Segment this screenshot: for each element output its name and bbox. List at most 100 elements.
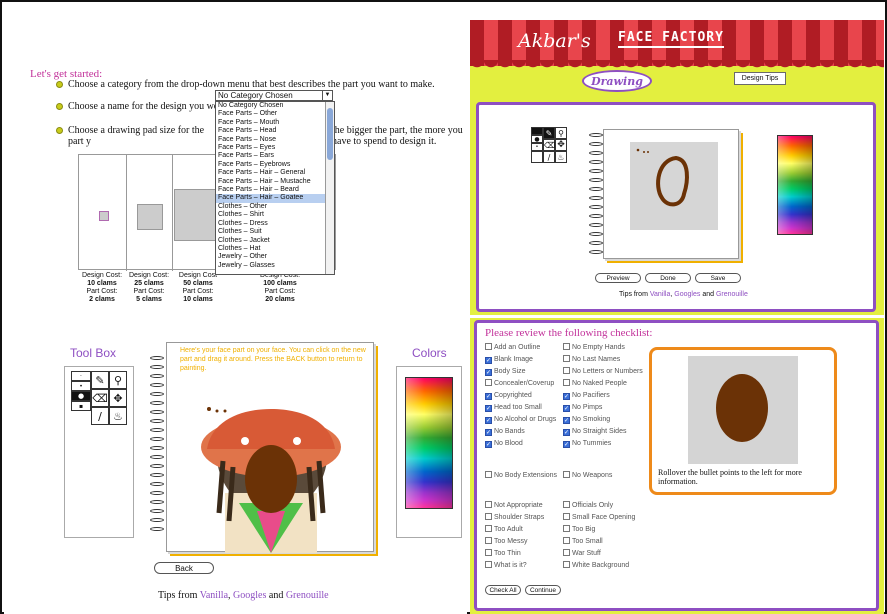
checkbox-icon[interactable]	[485, 513, 492, 520]
scrollbar-thumb[interactable]	[327, 108, 333, 160]
preview-button[interactable]: Preview	[595, 273, 641, 283]
checkbox-checked-icon[interactable]: ✓	[485, 429, 492, 436]
checkbox-checked-icon[interactable]: ✓	[563, 441, 570, 448]
chevron-down-icon[interactable]: ▼	[322, 91, 332, 100]
tips-link[interactable]: Vanilla	[650, 291, 671, 298]
brush-size-icon[interactable]	[531, 151, 543, 163]
checkbox-checked-icon[interactable]: ✓	[563, 405, 570, 412]
checklist-item[interactable]: Officials Only	[563, 501, 613, 510]
checklist-item[interactable]: ✓ No Pacifiers	[563, 391, 610, 400]
check-all-button[interactable]: Check All	[485, 585, 521, 595]
checkbox-checked-icon[interactable]: ✓	[485, 405, 492, 412]
checklist-item[interactable]: ✓ Body Size	[485, 367, 526, 376]
move-icon[interactable]: ✥	[109, 389, 127, 407]
category-option[interactable]: Face Parts – Eyes	[216, 144, 326, 152]
tips-link[interactable]: Grenouille	[286, 590, 329, 601]
checkbox-icon[interactable]	[563, 501, 570, 508]
checkbox-checked-icon[interactable]: ✓	[563, 417, 570, 424]
checkbox-icon[interactable]	[485, 525, 492, 532]
checkbox-icon[interactable]	[563, 471, 570, 478]
category-option[interactable]: Face Parts – Nose	[216, 136, 326, 144]
checklist-item[interactable]: Small Face Opening	[563, 513, 635, 522]
pad-option-medium[interactable]	[127, 155, 173, 271]
checklist-item[interactable]: Not Appropriate	[485, 501, 543, 510]
category-option[interactable]: Clothes – Jacket	[216, 237, 326, 245]
checklist-item[interactable]: Add an Outline	[485, 343, 540, 352]
brush-size-icon[interactable]: ▪	[71, 401, 91, 411]
checklist-item[interactable]: ✓ No Alcohol or Drugs	[485, 415, 556, 424]
eraser-icon[interactable]: ⌫	[91, 389, 109, 407]
checkbox-icon[interactable]	[485, 379, 492, 386]
brush-size-icon[interactable]: ●	[71, 391, 91, 401]
checklist-item[interactable]: No Weapons	[563, 471, 612, 480]
checklist-item[interactable]: ✓ No Bands	[485, 427, 525, 436]
checklist-item[interactable]: No Last Names	[563, 355, 620, 364]
category-option[interactable]: Face Parts – Hair – Beard	[216, 186, 326, 194]
checkbox-icon[interactable]	[485, 501, 492, 508]
checklist-item[interactable]: Shoulder Straps	[485, 513, 544, 522]
category-option[interactable]: Face Parts – Hair – Mustache	[216, 178, 326, 186]
checkbox-icon[interactable]	[563, 343, 570, 350]
checklist-item[interactable]: No Letters or Numbers	[563, 367, 643, 376]
move-icon[interactable]: ✥	[555, 139, 567, 151]
checklist-item[interactable]: What is it?	[485, 561, 527, 570]
checkbox-icon[interactable]	[563, 561, 570, 568]
eyedropper-icon[interactable]: ∕	[91, 407, 109, 425]
checklist-item[interactable]: No Naked People	[563, 379, 627, 388]
pad-option-small[interactable]	[79, 155, 127, 271]
brush-size-icon[interactable]: •	[531, 143, 543, 151]
tab-drawing[interactable]: Drawing	[582, 70, 652, 92]
fill-bucket-icon[interactable]: ♨	[109, 407, 127, 425]
checkbox-checked-icon[interactable]: ✓	[485, 369, 492, 376]
tips-link[interactable]: Grenouille	[716, 291, 748, 298]
checklist-item[interactable]: ✓ No Tummies	[563, 439, 611, 448]
checkbox-icon[interactable]	[485, 471, 492, 478]
checklist-item[interactable]: Too Thin	[485, 549, 521, 558]
color-palette[interactable]	[777, 135, 813, 235]
tab-design-tips[interactable]: Design Tips	[734, 72, 786, 85]
color-palette[interactable]	[405, 377, 453, 509]
bullet-icon[interactable]	[56, 127, 63, 134]
checklist-item[interactable]: Too Adult	[485, 525, 523, 534]
checklist-item[interactable]: War Stuff	[563, 549, 601, 558]
checklist-item[interactable]: ✓ Copyrighted	[485, 391, 532, 400]
eraser-icon[interactable]: ⌫	[543, 139, 555, 151]
checkbox-checked-icon[interactable]: ✓	[485, 357, 492, 364]
checklist-item[interactable]: White Background	[563, 561, 629, 570]
category-option[interactable]: Face Parts – Head	[216, 127, 326, 135]
back-button[interactable]: Back	[154, 562, 214, 574]
checklist-item[interactable]: ✓ No Pimps	[563, 403, 602, 412]
tips-link[interactable]: Googles	[233, 590, 266, 601]
checklist-item[interactable]: Too Small	[563, 537, 603, 546]
category-option[interactable]: Clothes – Other	[216, 203, 326, 211]
continue-button[interactable]: Continue	[525, 585, 561, 595]
checkbox-icon[interactable]	[563, 549, 570, 556]
checklist-item[interactable]: No Empty Hands	[563, 343, 625, 352]
checkbox-icon[interactable]	[563, 367, 570, 374]
save-button[interactable]: Save	[695, 273, 741, 283]
bullet-icon[interactable]	[56, 103, 63, 110]
bullet-icon[interactable]	[56, 81, 63, 88]
zoom-icon[interactable]: ⚲	[109, 371, 127, 389]
brush-size-icon[interactable]: •	[71, 381, 91, 391]
category-option[interactable]: Jewelry – Other	[216, 253, 326, 261]
checkbox-icon[interactable]	[485, 343, 492, 350]
fill-bucket-icon[interactable]: ♨	[555, 151, 567, 163]
brush-size-icon[interactable]: ·	[71, 371, 91, 381]
tips-link[interactable]: Googles	[674, 291, 700, 298]
checkbox-icon[interactable]	[563, 513, 570, 520]
category-select[interactable]: No Category Chosen ▼	[215, 90, 333, 101]
checklist-item[interactable]: ✓ No Straight Sides	[563, 427, 626, 436]
eyedropper-icon[interactable]: ∕	[543, 151, 555, 163]
category-option[interactable]: Face Parts – Hair – Goatee	[216, 194, 326, 203]
checkbox-icon[interactable]	[485, 561, 492, 568]
checklist-item[interactable]: ✓ No Smoking	[563, 415, 610, 424]
zoom-icon[interactable]: ⚲	[555, 127, 567, 139]
category-option[interactable]: Clothes – Suit	[216, 228, 326, 236]
checklist-item[interactable]: No Body Extensions	[485, 471, 557, 480]
checkbox-checked-icon[interactable]: ✓	[485, 393, 492, 400]
checkbox-icon[interactable]	[563, 525, 570, 532]
checklist-item[interactable]: Concealer/Coverup	[485, 379, 554, 388]
pencil-icon[interactable]: ✎	[543, 127, 555, 139]
category-option[interactable]: Clothes – Dress	[216, 220, 326, 228]
